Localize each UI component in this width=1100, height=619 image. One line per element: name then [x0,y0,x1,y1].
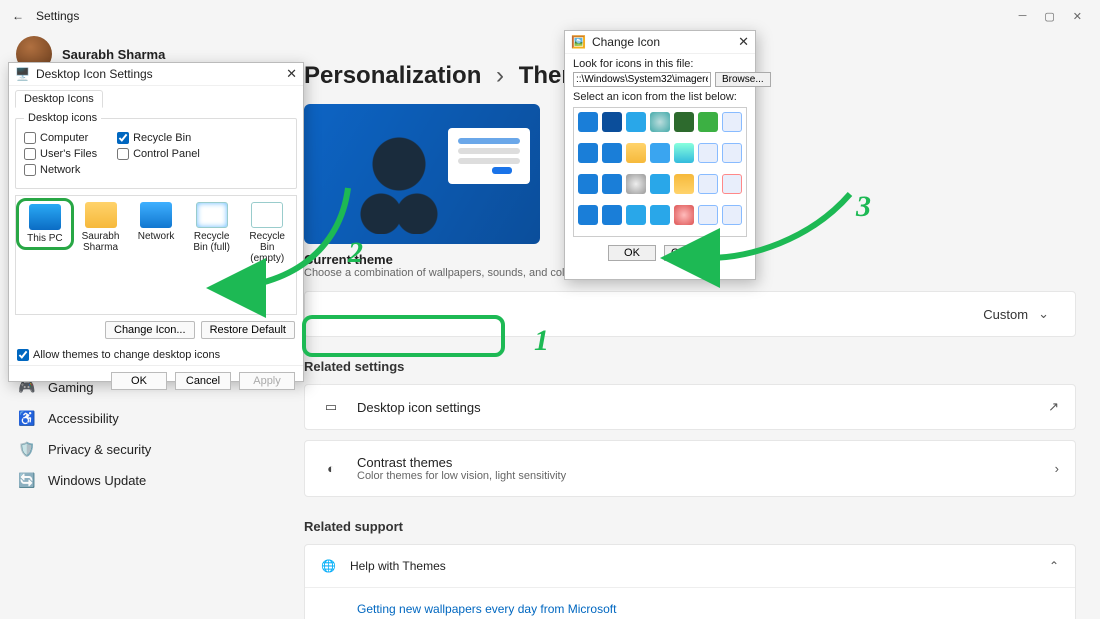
close-icon[interactable]: ✕ [738,34,749,50]
chevron-right-icon: › [1055,461,1059,476]
globe-icon: 🌐 [321,559,336,573]
sidebar-item-label: Privacy & security [48,442,151,457]
sidebar-item-accessibility[interactable]: ♿ Accessibility [8,403,272,434]
close-button[interactable]: ✕ [1073,10,1082,23]
close-icon[interactable]: ✕ [286,66,297,82]
icon-network[interactable]: Network [131,202,181,242]
cancel-button[interactable]: Cancel [175,372,231,390]
desktop-icon: ▭ [321,399,341,415]
group-label: Desktop icons [24,112,101,124]
chk-computer[interactable]: Computer [24,130,97,146]
chevron-right-icon: › [496,62,504,89]
group-desktop-icons: Desktop icons Computer User's Files Netw… [15,112,297,189]
breadcrumb-section[interactable]: Personalization [304,62,481,89]
panel-subtitle: Color themes for low vision, light sensi… [357,470,1039,482]
annotation-arrow-2 [180,180,360,310]
chk-control[interactable]: Control Panel [117,146,200,162]
chevron-down-icon: ⌄ [1038,306,1049,322]
ok-button[interactable]: OK [608,245,656,261]
maximize-button[interactable]: ▢ [1044,10,1054,23]
support-box: 🌐 Help with Themes ⌃ Getting new wallpap… [304,544,1076,619]
annotation-oval-1 [302,315,505,357]
dialog-titlebar[interactable]: 🖥️ Desktop Icon Settings ✕ [9,63,303,86]
sidebar-item-label: Accessibility [48,411,119,426]
shield-icon: 🛡️ [18,441,36,458]
annotation-number-1: 1 [534,324,549,358]
select-label: Select an icon from the list below: [573,91,747,103]
icon-path-input[interactable] [573,72,711,87]
icon-user-folder[interactable]: Saurabh Sharma [76,202,126,253]
back-button[interactable]: ← [6,9,30,23]
panel-title: Desktop icon settings [357,400,1032,415]
sidebar-item-label: Windows Update [48,473,146,488]
app-icon: 🖥️ [15,67,30,81]
panel-contrast-themes[interactable]: ◐ Contrast themes Color themes for low v… [304,440,1076,497]
chk-network[interactable]: Network [24,162,97,178]
dialog-tabs: Desktop Icons [9,86,303,112]
panel-desktop-icon-settings[interactable]: ▭ Desktop icon settings ↗ [304,384,1076,430]
support-wallpapers-link[interactable]: Getting new wallpapers every day from Mi… [357,602,616,616]
chk-recycle[interactable]: Recycle Bin [117,130,200,146]
apply-button[interactable]: Apply [239,372,295,390]
sidebar-item-update[interactable]: 🔄 Windows Update [8,465,272,496]
window-title: Settings [36,9,79,23]
support-help-themes[interactable]: 🌐 Help with Themes ⌃ [305,545,1075,587]
tab-desktop-icons[interactable]: Desktop Icons [15,90,103,108]
icon-this-pc[interactable]: This PC [20,202,70,246]
chk-userfiles[interactable]: User's Files [24,146,97,162]
annotation-arrow-3 [690,180,860,270]
change-icon-button[interactable]: Change Icon... [105,321,195,339]
panel-title: Contrast themes [357,455,1039,470]
dialog-title: Desktop Icon Settings [36,67,153,81]
accessibility-icon: ♿ [18,410,36,427]
sidebar-item-privacy[interactable]: 🛡️ Privacy & security [8,434,272,465]
external-link-icon: ↗ [1048,399,1059,415]
support-title: Help with Themes [350,559,446,573]
chevron-up-icon: ⌃ [1049,559,1059,573]
minimize-button[interactable]: ─ [1019,10,1027,23]
update-icon: 🔄 [18,472,36,489]
chk-allow-themes[interactable] [17,349,29,361]
app-icon: 🖼️ [571,35,586,49]
current-theme-value: Custom [983,307,1028,322]
restore-default-button[interactable]: Restore Default [201,321,295,339]
look-label: Look for icons in this file: [573,58,747,70]
dialog-title: Change Icon [592,35,660,49]
dialog-titlebar[interactable]: 🖼️ Change Icon ✕ [565,31,755,54]
related-support-heading: Related support [304,497,1076,534]
contrast-icon: ◐ [321,461,341,476]
browse-button[interactable]: Browse... [715,72,771,87]
window-titlebar: ← Settings ─ ▢ ✕ [0,0,1100,32]
allow-label: Allow themes to change desktop icons [33,349,220,361]
ok-button[interactable]: OK [111,372,167,390]
